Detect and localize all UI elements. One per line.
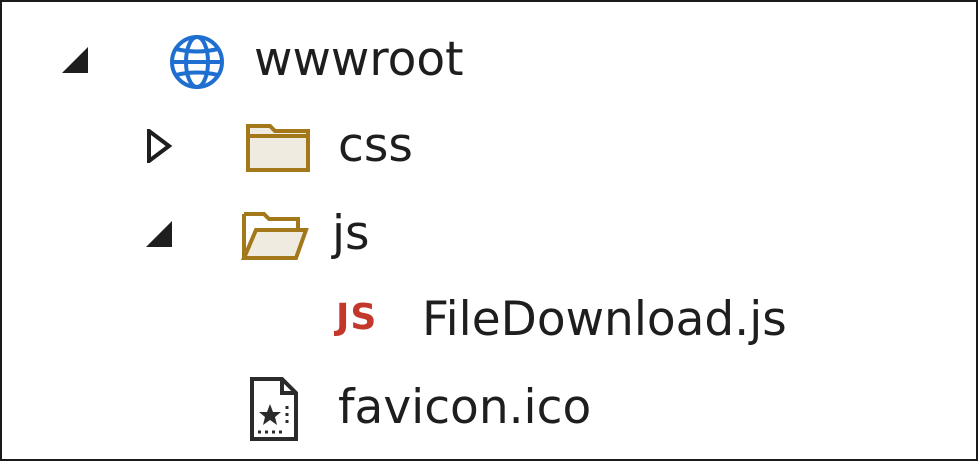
globe-icon <box>162 34 232 90</box>
tree-item-label: wwwroot <box>254 32 464 87</box>
js-file-icon: JS <box>336 297 378 338</box>
collapsed-triangle-icon[interactable] <box>144 129 178 163</box>
folder-closed-icon <box>244 120 314 176</box>
tree-item-js[interactable]: js <box>2 190 976 278</box>
tree-item-wwwroot[interactable]: wwwroot <box>2 16 976 104</box>
image-file-icon <box>246 376 302 442</box>
tree-item-label: FileDownload.js <box>422 292 787 347</box>
tree-item-filedownload-js[interactable]: JS FileDownload.js <box>2 276 976 364</box>
tree-item-label: css <box>338 118 413 173</box>
tree-item-css[interactable]: css <box>2 102 976 190</box>
tree-item-favicon-ico[interactable]: favicon.ico <box>2 364 976 452</box>
expanded-triangle-icon[interactable] <box>142 217 176 251</box>
tree-item-label: js <box>332 206 370 261</box>
expanded-triangle-icon[interactable] <box>58 43 92 77</box>
folder-open-icon <box>240 208 310 264</box>
tree-item-label: favicon.ico <box>338 380 592 435</box>
solution-explorer-tree: wwwroot css js JS FileDownload.js favico… <box>0 0 978 461</box>
